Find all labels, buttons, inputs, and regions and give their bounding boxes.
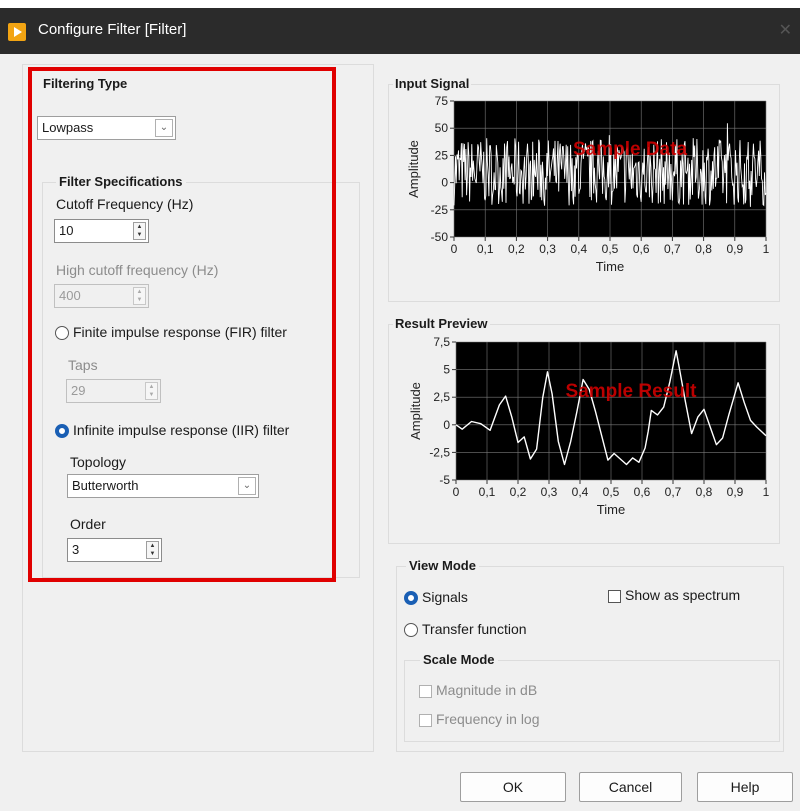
scale-mode-group (404, 660, 780, 742)
transfer-function-radio[interactable] (404, 623, 418, 637)
transfer-function-label[interactable]: Transfer function (422, 621, 527, 637)
signals-label[interactable]: Signals (422, 589, 468, 605)
ok-button[interactable]: OK (460, 772, 566, 802)
result-preview-frame (388, 324, 780, 544)
result-preview-title: Result Preview (393, 316, 490, 331)
window-title: Configure Filter [Filter] (38, 21, 187, 38)
input-signal-title: Input Signal (393, 76, 472, 91)
magnitude-in-db-label[interactable]: Magnitude in dB (436, 682, 537, 698)
help-button[interactable]: Help (697, 772, 793, 802)
show-as-spectrum-checkbox[interactable] (608, 590, 621, 603)
input-signal-frame (388, 84, 780, 302)
show-as-spectrum-label[interactable]: Show as spectrum (625, 587, 740, 603)
scale-mode-label: Scale Mode (420, 652, 498, 667)
magnitude-in-db-checkbox[interactable] (419, 685, 432, 698)
highlight-box (28, 67, 336, 582)
view-mode-label: View Mode (406, 558, 479, 573)
frequency-in-log-checkbox[interactable] (419, 714, 432, 727)
close-icon[interactable]: ✕ (779, 20, 792, 40)
cancel-button[interactable]: Cancel (579, 772, 682, 802)
signals-radio[interactable] (404, 591, 418, 605)
labview-app-icon (8, 23, 26, 41)
frequency-in-log-label[interactable]: Frequency in log (436, 711, 540, 727)
title-bar: Configure Filter [Filter] ✕ (0, 8, 800, 54)
